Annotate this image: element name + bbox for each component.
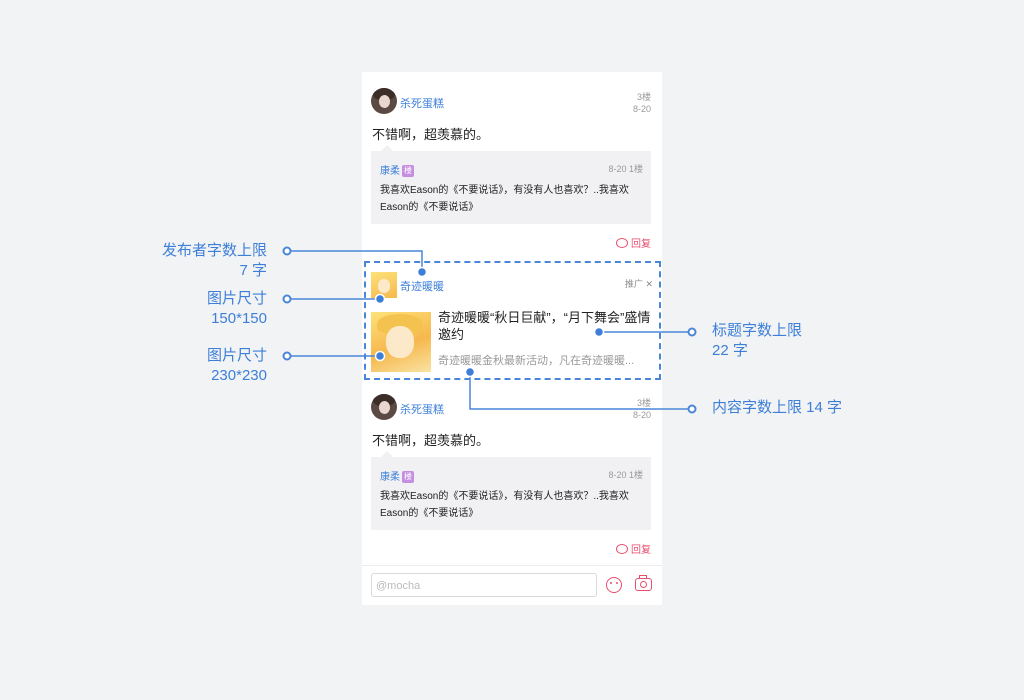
annotation-line: 150*150	[211, 310, 267, 327]
annotation-title-limit: 标题字数上限 22 字	[712, 321, 802, 361]
annotation-big-image: 图片尺寸 230*230	[120, 346, 267, 386]
annotation-publisher-limit: 发布者字数上限 7 字	[120, 241, 267, 281]
annotation-line: 7 字	[239, 262, 267, 279]
annotation-line: 230*230	[211, 367, 267, 384]
annotation-small-image: 图片尺寸 150*150	[120, 289, 267, 329]
annotation-content-limit: 内容字数上限 14 字	[712, 399, 843, 416]
annotation-line: 图片尺寸	[206, 347, 267, 364]
annotation-line: 发布者字数上限	[161, 242, 267, 259]
annotation-line: 图片尺寸	[206, 290, 267, 307]
annotation-line: 标题字数上限	[712, 322, 803, 339]
annotation-line: 22 字	[712, 342, 748, 359]
